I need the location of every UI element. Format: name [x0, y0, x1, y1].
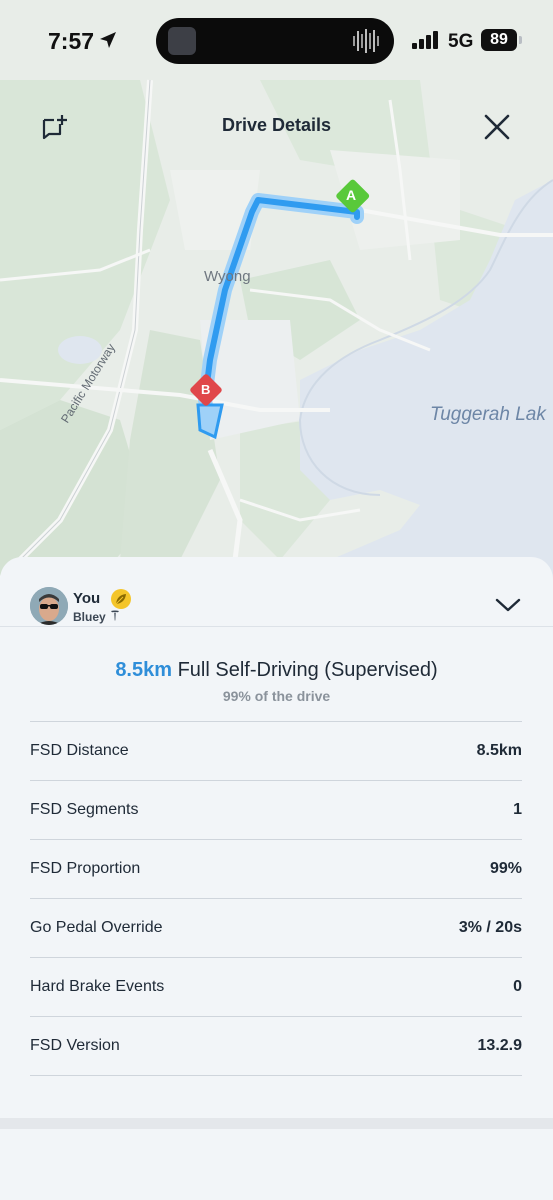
- lake-label: Tuggerah Lak: [430, 404, 546, 425]
- bottom-separator: [0, 1118, 553, 1129]
- stat-label: FSD Segments: [30, 801, 139, 818]
- page-title: Drive Details: [221, 115, 332, 135]
- cellular-signal-icon: [412, 31, 438, 49]
- battery-tip: [519, 36, 522, 44]
- end-marker-label: B: [201, 382, 211, 397]
- tesla-logo-icon: [111, 610, 119, 621]
- avatar: [30, 587, 68, 625]
- location-arrow-icon: [100, 32, 116, 48]
- summary-subtitle: 99% of the drive: [222, 688, 331, 704]
- stat-label: FSD Proportion: [30, 860, 141, 877]
- start-marker-label: A: [346, 187, 357, 203]
- battery-level: 89: [481, 29, 517, 51]
- stat-row: FSD Distance 8.5km: [30, 722, 522, 781]
- stat-value: 3% / 20s: [458, 919, 522, 936]
- stats-list: FSD Distance 8.5km FSD Segments 1 FSD Pr…: [30, 721, 522, 1076]
- eco-leaf-badge-icon: [111, 589, 131, 609]
- driver-row[interactable]: You Bluey: [0, 557, 553, 627]
- network-type: 5G: [448, 31, 474, 52]
- stat-value: 13.2.9: [477, 1037, 522, 1054]
- stat-row: Hard Brake Events 0: [30, 958, 522, 1017]
- stat-value: 0: [513, 978, 522, 995]
- map-base: [0, 0, 553, 600]
- header: Drive Details: [0, 100, 553, 150]
- summary-distance: 8.5km: [115, 659, 173, 681]
- stat-label: Hard Brake Events: [30, 978, 165, 995]
- stat-label: FSD Distance: [30, 742, 129, 759]
- town-label: Wyong: [204, 268, 251, 285]
- stat-label: Go Pedal Override: [30, 919, 163, 936]
- driver-name: You: [73, 590, 101, 607]
- status-time: 7:57: [48, 28, 95, 54]
- chevron-down-icon[interactable]: [494, 595, 522, 615]
- stat-value: 8.5km: [476, 742, 522, 759]
- stat-label: FSD Version: [30, 1037, 120, 1054]
- summary-mode: Full Self-Driving (Supervised): [177, 659, 438, 681]
- close-icon[interactable]: [482, 112, 512, 142]
- dynamic-island[interactable]: [156, 18, 394, 64]
- audio-waveform-icon: [353, 29, 379, 53]
- divider: [0, 626, 553, 627]
- stat-row: FSD Proportion 99%: [30, 840, 522, 899]
- route-map[interactable]: A B Tuggerah Lak Wyong Pacific Motorway: [0, 0, 553, 600]
- stat-row: FSD Version 13.2.9: [30, 1017, 522, 1076]
- stat-value: 99%: [489, 860, 522, 877]
- status-bar: 7:57 5G 89: [0, 0, 553, 80]
- fsd-summary: 8.5km Full Self-Driving (Supervised): [0, 659, 553, 682]
- stat-value: 1: [513, 801, 522, 818]
- stat-row: Go Pedal Override 3% / 20s: [30, 899, 522, 958]
- now-playing-thumbnail: [168, 27, 196, 55]
- car-name: Bluey: [73, 610, 106, 624]
- stat-row: FSD Segments 1: [30, 781, 522, 840]
- drive-details-sheet: You Bluey 8.5km Full Self-Driving (Super…: [0, 557, 553, 1200]
